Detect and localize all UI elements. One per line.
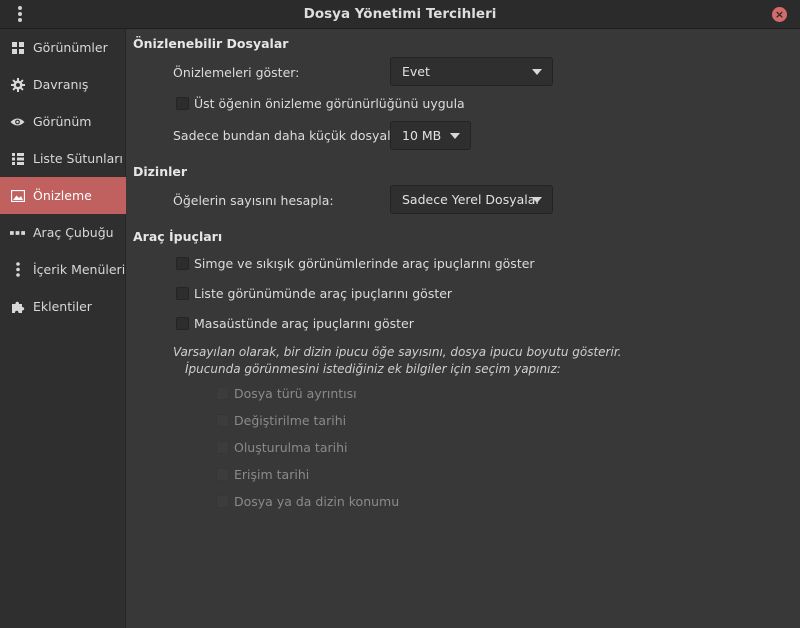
checkbox-label: Üst öğenin önizleme görünürlüğünü uygula — [194, 96, 465, 111]
checkbox-label: Liste görünümünde araç ipuçlarını göster — [194, 286, 453, 301]
checkbox-box[interactable] — [176, 287, 189, 300]
toolbar-dots-icon — [10, 225, 25, 240]
show-previews-label: Önizlemeleri göster: — [173, 65, 300, 80]
count-items-label: Öğelerin sayısını hesapla: — [173, 193, 334, 208]
show-previews-dropdown[interactable]: Evet — [390, 57, 553, 86]
tooltip-extra-location-checkbox[interactable]: Dosya ya da dizin konumu — [216, 494, 399, 509]
grid-icon — [10, 40, 25, 55]
show-previews-value: Evet — [402, 64, 430, 79]
checkbox-label: Değiştirilme tarihi — [234, 413, 347, 428]
checkbox-box[interactable] — [176, 97, 189, 110]
tooltip-extra-access-date-checkbox[interactable]: Erişim tarihi — [216, 467, 309, 482]
checkbox-label: Dosya türü ayrıntısı — [234, 386, 357, 401]
sidebar-item-behavior[interactable]: Davranış — [0, 66, 126, 103]
checkbox-box[interactable] — [216, 495, 229, 508]
apply-parent-visibility-checkbox[interactable]: Üst öğenin önizleme görünürlüğünü uygula — [176, 96, 465, 111]
tooltip-hint-line-2: İpucunda görünmesini istediğiniz ek bilg… — [185, 362, 561, 376]
sidebar-item-label: Görünümler — [33, 40, 108, 55]
sidebar-item-context-menus[interactable]: İçerik Menüleri — [0, 251, 126, 288]
eye-icon — [10, 114, 25, 129]
tooltip-extra-file-type-checkbox[interactable]: Dosya türü ayrıntısı — [216, 386, 357, 401]
title-bar: Dosya Yönetimi Tercihleri × — [0, 0, 800, 29]
checkbox-label: Simge ve sıkışık görünümlerinde araç ipu… — [194, 256, 535, 271]
tooltips-desktop-checkbox[interactable]: Masaüstünde araç ipuçlarını göster — [176, 316, 414, 331]
sidebar-item-label: Liste Sütunları — [33, 151, 123, 166]
puzzle-icon — [10, 299, 25, 314]
sidebar-item-toolbar[interactable]: Araç Çubuğu — [0, 214, 126, 251]
chevron-down-icon — [532, 197, 542, 203]
gear-icon — [10, 77, 25, 92]
checkbox-box[interactable] — [216, 468, 229, 481]
list-icon — [10, 151, 25, 166]
checkbox-label: Oluşturulma tarihi — [234, 440, 348, 455]
image-icon — [10, 188, 25, 203]
checkbox-box[interactable] — [176, 257, 189, 270]
size-limit-dropdown[interactable]: 10 MB — [390, 121, 471, 150]
vertical-dots-icon — [10, 262, 25, 277]
count-items-dropdown[interactable]: Sadece Yerel Dosyalar — [390, 185, 553, 214]
tooltips-heading: Araç İpuçları — [133, 229, 223, 244]
sidebar-item-label: İçerik Menüleri — [33, 262, 126, 277]
checkbox-box[interactable] — [216, 387, 229, 400]
previewable-files-heading: Önizlenebilir Dosyalar — [133, 36, 289, 51]
checkbox-box[interactable] — [216, 441, 229, 454]
sidebar-item-label: Araç Çubuğu — [33, 225, 114, 240]
tooltips-icon-compact-checkbox[interactable]: Simge ve sıkışık görünümlerinde araç ipu… — [176, 256, 535, 271]
sidebar-item-list-columns[interactable]: Liste Sütunları — [0, 140, 126, 177]
checkbox-label: Dosya ya da dizin konumu — [234, 494, 400, 509]
sidebar-item-label: Görünüm — [33, 114, 92, 129]
sidebar: Görünümler Davranış Görünüm Liste Sütunl… — [0, 29, 126, 628]
close-icon[interactable]: × — [772, 7, 787, 22]
sidebar-item-appearance[interactable]: Görünüm — [0, 103, 126, 140]
checkbox-label: Masaüstünde araç ipuçlarını göster — [194, 316, 414, 331]
sidebar-item-plugins[interactable]: Eklentiler — [0, 288, 126, 325]
sidebar-item-label: Davranış — [33, 77, 89, 92]
tooltips-list-view-checkbox[interactable]: Liste görünümünde araç ipuçlarını göster — [176, 286, 452, 301]
preview-settings-panel: Önizlenebilir Dosyalar Önizlemeleri göst… — [127, 29, 800, 628]
checkbox-label: Erişim tarihi — [234, 467, 310, 482]
tooltip-extra-created-date-checkbox[interactable]: Oluşturulma tarihi — [216, 440, 347, 455]
sidebar-item-views[interactable]: Görünümler — [0, 29, 126, 66]
chevron-down-icon — [532, 69, 542, 75]
sidebar-item-label: Eklentiler — [33, 299, 92, 314]
size-limit-value: 10 MB — [402, 128, 442, 143]
window-title: Dosya Yönetimi Tercihleri — [303, 6, 497, 22]
count-items-value: Sadece Yerel Dosyalar — [402, 192, 541, 207]
sidebar-item-preview[interactable]: Önizleme — [0, 177, 126, 214]
checkbox-box[interactable] — [176, 317, 189, 330]
tooltip-hint-line-1: Varsayılan olarak, bir dizin ipucu öğe s… — [173, 345, 622, 359]
folders-heading: Dizinler — [133, 164, 188, 179]
size-limit-label: Sadece bundan daha küçük dosyalar: — [173, 128, 408, 143]
sidebar-item-label: Önizleme — [33, 188, 92, 203]
tooltip-extra-modified-date-checkbox[interactable]: Değiştirilme tarihi — [216, 413, 346, 428]
checkbox-box[interactable] — [216, 414, 229, 427]
chevron-down-icon — [450, 133, 460, 139]
